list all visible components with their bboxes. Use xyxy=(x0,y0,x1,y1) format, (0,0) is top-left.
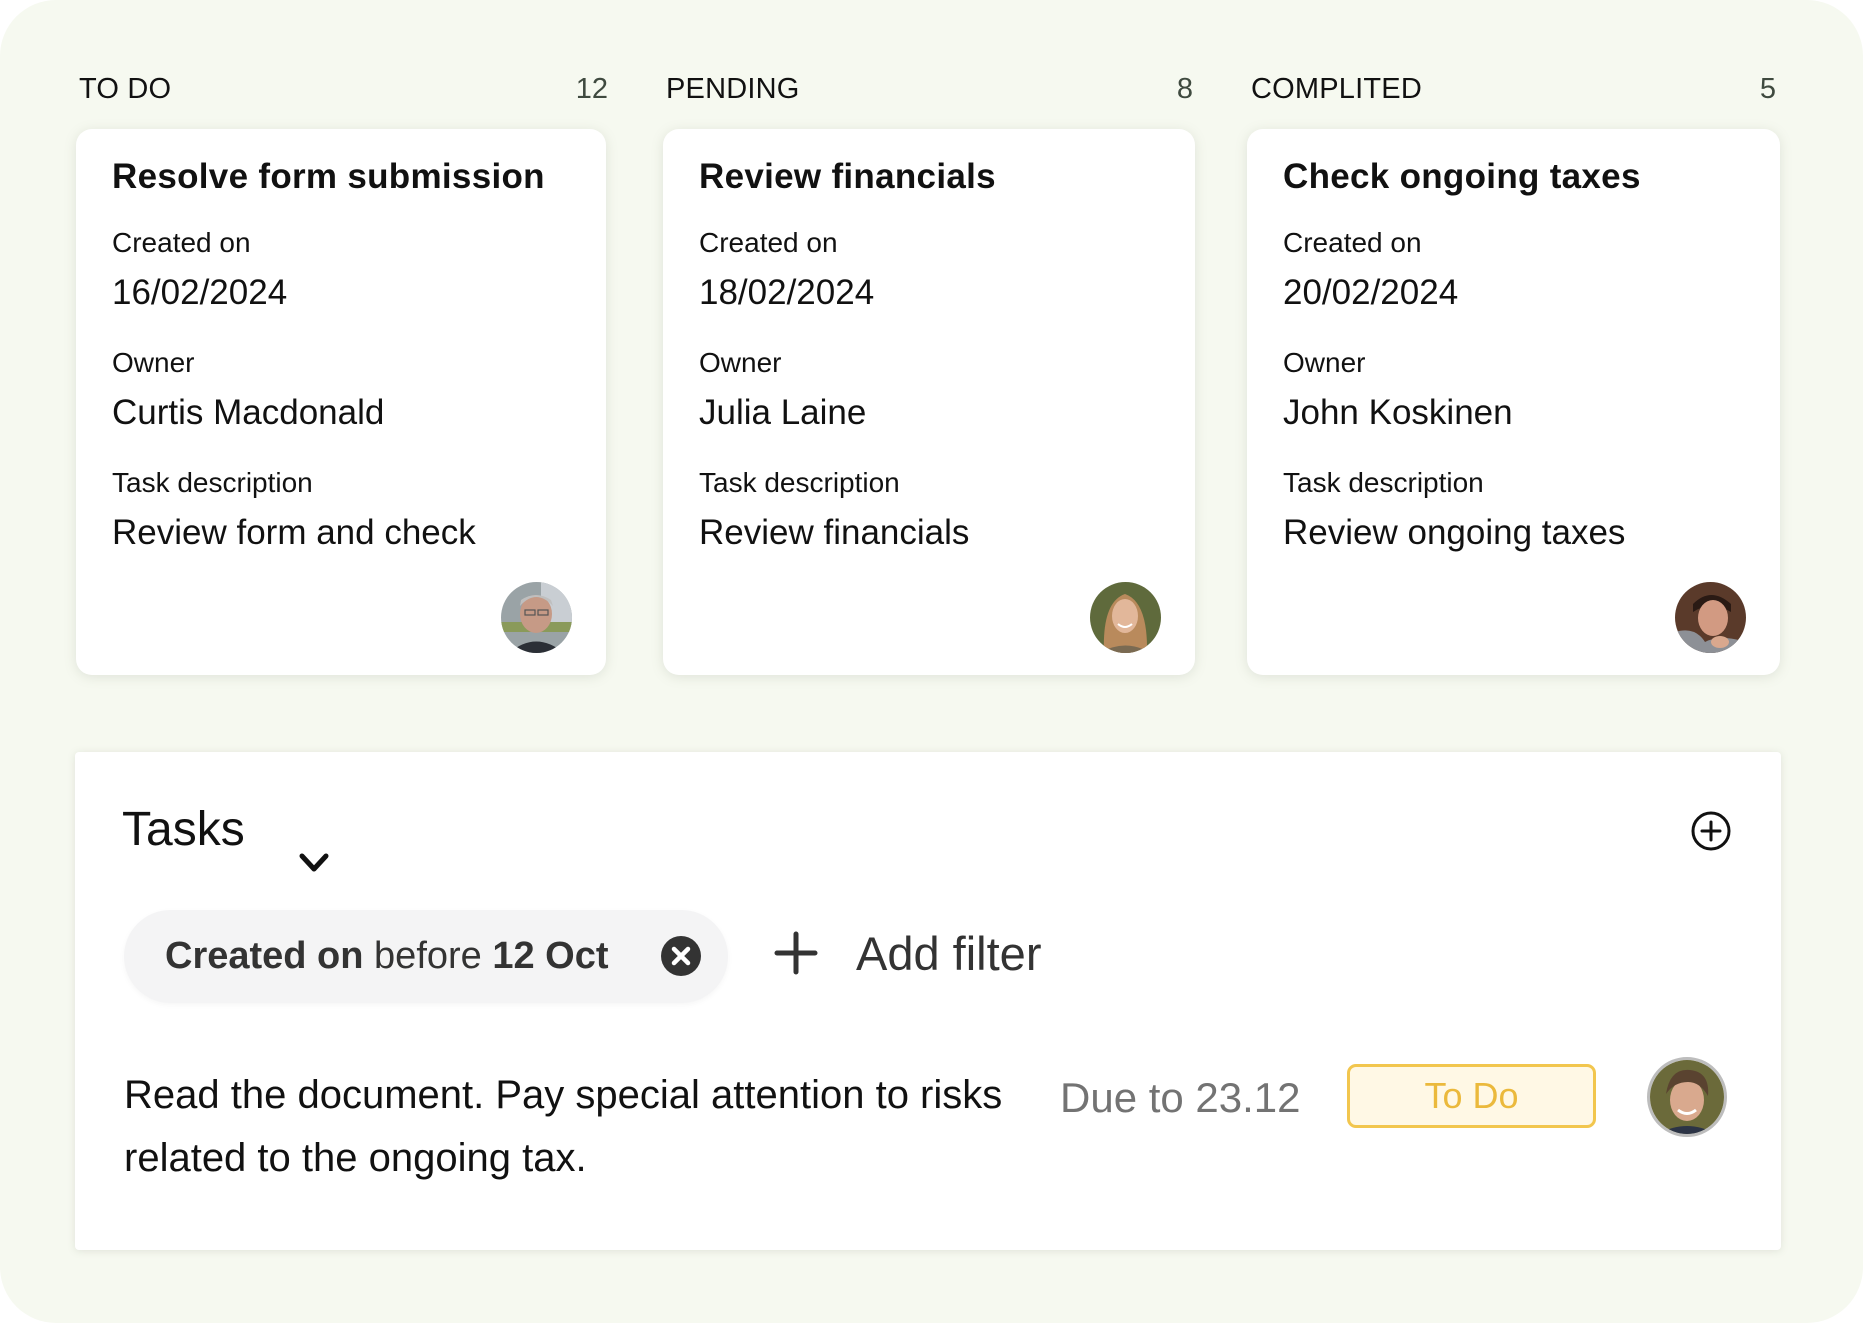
add-filter-button[interactable]: Add filter xyxy=(774,926,1042,980)
owner-avatar[interactable] xyxy=(501,582,572,653)
owner-label: Owner xyxy=(1283,347,1366,378)
tasks-panel: Tasks Created on before 12 Oct Add filte… xyxy=(75,752,1781,1250)
add-filter-label: Add filter xyxy=(856,926,1042,980)
tasks-title: Tasks xyxy=(122,803,245,856)
task-card[interactable]: Check ongoing taxes Created on 20/02/202… xyxy=(1247,129,1780,675)
description-value: Review ongoing taxes xyxy=(1283,513,1626,552)
task-description: Read the document. Pay special attention… xyxy=(124,1073,1003,1180)
close-circle-icon xyxy=(661,936,701,976)
column-title: TO DO xyxy=(79,72,172,105)
filter-value: 12 Oct xyxy=(492,935,609,977)
status-badge[interactable]: To Do xyxy=(1347,1064,1596,1128)
created-date: 16/02/2024 xyxy=(112,273,288,312)
column-header-todo: TO DO 12 xyxy=(79,72,608,106)
owner-avatar[interactable] xyxy=(1090,582,1161,653)
column-title: PENDING xyxy=(666,72,800,105)
column-header-pending: PENDING 8 xyxy=(666,72,1193,106)
description-value: Review financials xyxy=(699,513,970,552)
created-date: 18/02/2024 xyxy=(699,273,875,312)
column-count: 8 xyxy=(1176,72,1193,105)
owner-name: John Koskinen xyxy=(1283,393,1513,432)
created-label: Created on xyxy=(112,227,251,258)
filter-chip[interactable]: Created on before 12 Oct xyxy=(124,910,728,1003)
description-label: Task description xyxy=(1283,467,1484,498)
chevron-down-icon[interactable] xyxy=(297,850,331,876)
card-title: Resolve form submission xyxy=(112,157,545,196)
description-label: Task description xyxy=(699,467,900,498)
assignee-avatar[interactable] xyxy=(1647,1057,1727,1137)
filter-field: Created on xyxy=(165,935,364,977)
due-date: Due to 23.12 xyxy=(1060,1074,1301,1121)
add-task-button[interactable] xyxy=(1690,810,1732,852)
description-label: Task description xyxy=(112,467,313,498)
card-title: Check ongoing taxes xyxy=(1283,157,1641,196)
column-count: 5 xyxy=(1759,72,1776,105)
column-count: 12 xyxy=(575,72,608,105)
owner-label: Owner xyxy=(699,347,782,378)
task-card[interactable]: Review financials Created on 18/02/2024 … xyxy=(663,129,1195,675)
owner-name: Curtis Macdonald xyxy=(112,393,385,432)
description-value: Review form and check xyxy=(112,513,476,552)
remove-filter-button[interactable] xyxy=(661,936,701,976)
plus-circle-icon xyxy=(1691,811,1731,851)
column-title: COMPLITED xyxy=(1251,72,1422,105)
card-title: Review financials xyxy=(699,157,996,196)
filter-operator: before xyxy=(374,935,482,977)
created-label: Created on xyxy=(699,227,838,258)
plus-icon xyxy=(774,931,818,975)
column-header-completed: COMPLITED 5 xyxy=(1251,72,1776,106)
created-date: 20/02/2024 xyxy=(1283,273,1459,312)
owner-label: Owner xyxy=(112,347,195,378)
owner-name: Julia Laine xyxy=(699,393,867,432)
task-card[interactable]: Resolve form submission Created on 16/02… xyxy=(76,129,606,675)
created-label: Created on xyxy=(1283,227,1422,258)
owner-avatar[interactable] xyxy=(1675,582,1746,653)
filter-chip-text: Created on before 12 Oct xyxy=(165,935,609,978)
